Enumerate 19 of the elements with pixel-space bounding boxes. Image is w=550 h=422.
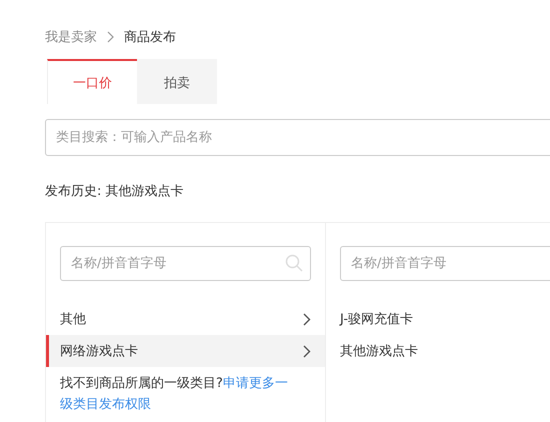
category-search-field[interactable]: 类目搜索：可输入产品名称 [45, 119, 550, 156]
category-item[interactable]: 其他游戏点卡 [326, 335, 550, 367]
category-filter-field[interactable]: 名称/拼音首字母 [340, 246, 550, 281]
category-item[interactable]: J-骏网充值卡 [326, 303, 550, 335]
category-item[interactable]: 网络游戏点卡 [46, 335, 325, 367]
breadcrumb-current: 商品发布 [124, 29, 176, 46]
tab[interactable]: 一口价 [47, 59, 137, 104]
search-icon [285, 254, 303, 272]
publish-history: 发布历史: 其他游戏点卡 [45, 183, 185, 200]
breadcrumb-link[interactable]: 我是卖家 [45, 28, 97, 46]
category-filter-field[interactable]: 名称/拼音首字母 [60, 246, 311, 281]
chevron-right-icon [107, 31, 114, 43]
apply-permission-link[interactable]: 级类目发布权限 [60, 397, 151, 412]
category-item[interactable]: 其他 [46, 303, 325, 335]
chevron-right-icon [303, 344, 311, 358]
chevron-right-icon [303, 312, 311, 326]
tab[interactable]: 拍卖 [137, 59, 217, 104]
missing-category-text: 找不到商品所属的一级类目? [60, 376, 223, 391]
apply-permission-link[interactable]: 申请更多一 [222, 376, 288, 391]
